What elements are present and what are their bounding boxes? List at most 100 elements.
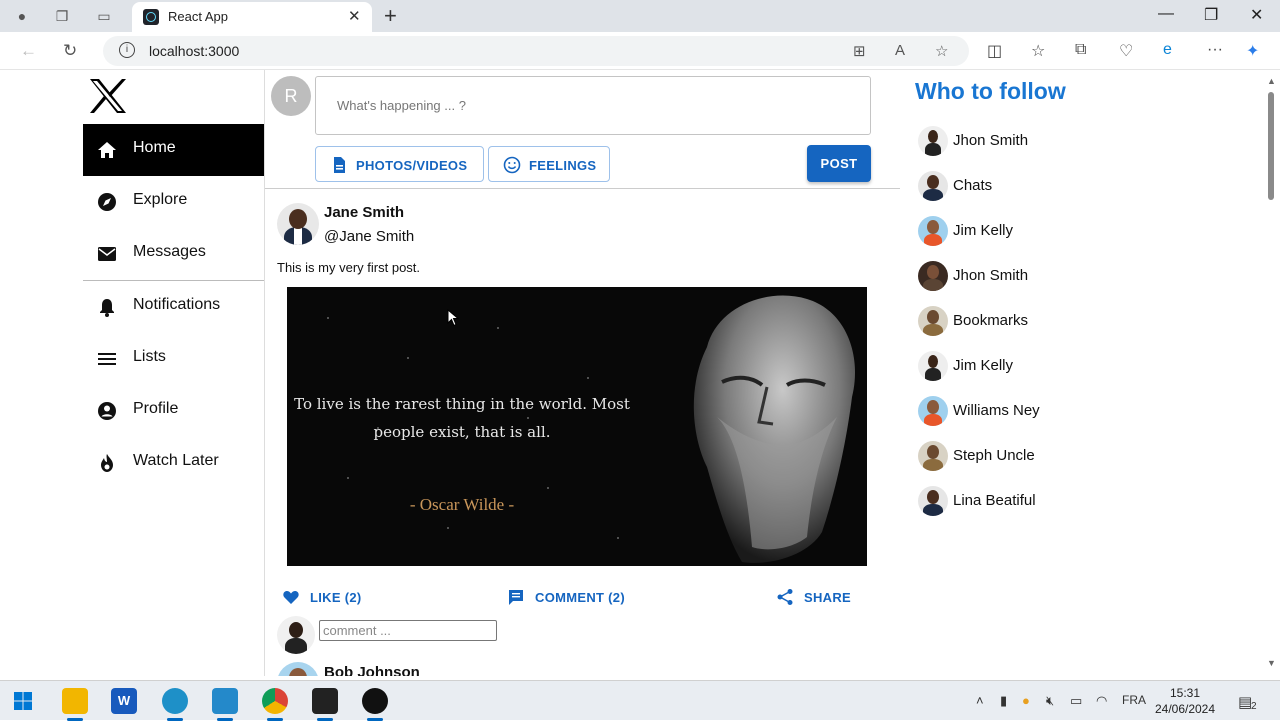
browser-essentials-icon[interactable]: ♡	[1119, 41, 1133, 61]
post-author-name[interactable]: Jane Smith	[324, 204, 404, 221]
comment-icon	[509, 590, 523, 605]
sidebar-item-messages[interactable]: Messages	[83, 228, 264, 280]
avatar: R	[271, 76, 311, 116]
follow-item[interactable]: Jim Kelly	[918, 216, 1168, 248]
tab-actions-icon[interactable]: ▭	[94, 6, 114, 26]
favorites-icon[interactable]: ☆	[1031, 41, 1045, 61]
new-tab-icon[interactable]: +	[384, 3, 397, 29]
refresh-icon[interactable]: ↻	[63, 41, 77, 61]
favorite-star-icon[interactable]: ☆	[935, 42, 948, 60]
clock-time: 15:31	[1169, 686, 1201, 700]
scroll-down-arrow-icon[interactable]: ▼	[1267, 658, 1276, 668]
follow-item[interactable]: Bookmarks	[918, 306, 1168, 338]
post-image[interactable]: To live is the rarest thing in the world…	[287, 287, 867, 566]
clock-date: 24/06/2024	[1154, 702, 1216, 716]
avatar	[918, 171, 948, 201]
url-text[interactable]: localhost:3000	[149, 43, 239, 59]
app-available-icon[interactable]: ⊞	[853, 42, 866, 60]
comment-input[interactable]	[319, 620, 497, 641]
notification-count-badge: 2	[1251, 701, 1257, 712]
compose-input[interactable]	[316, 77, 870, 134]
avatar	[918, 351, 948, 381]
volume-muted-icon[interactable]: 🔇︎	[1046, 693, 1054, 709]
minimize-icon[interactable]: —	[1158, 5, 1174, 23]
sidebar-item-label: Watch Later	[133, 452, 219, 469]
wifi-icon[interactable]: ◠	[1096, 693, 1107, 709]
vscode-icon[interactable]	[212, 688, 238, 714]
flame-icon	[101, 454, 113, 472]
scroll-thumb[interactable]	[1268, 92, 1274, 200]
follow-item[interactable]: Lina Beatiful	[918, 486, 1168, 518]
feelings-button[interactable]: FEELINGS	[488, 146, 610, 182]
avatar	[918, 396, 948, 426]
edge-browser-icon[interactable]	[162, 688, 188, 714]
post-button[interactable]: POST	[807, 145, 871, 182]
avatar[interactable]	[277, 662, 319, 676]
sidebar-item-profile[interactable]: Profile	[83, 385, 264, 437]
tray-app-icon[interactable]: ●	[1022, 693, 1030, 708]
photos-videos-button[interactable]: PHOTOS/VIDEOS	[315, 146, 484, 182]
post-author-name[interactable]: Bob Johnson	[324, 664, 420, 676]
follow-item[interactable]: Jhon Smith	[918, 261, 1168, 293]
app-root: Home Explore Messages Notifications List…	[0, 70, 1262, 676]
avatar[interactable]	[277, 203, 319, 245]
word-icon[interactable]: W	[111, 688, 137, 714]
site-info-icon[interactable]: i	[119, 42, 135, 58]
workspaces-icon[interactable]: ❐	[52, 6, 72, 26]
screen-recorder-icon[interactable]	[362, 688, 388, 714]
mouse-cursor-icon	[447, 309, 459, 327]
follow-item[interactable]: Jim Kelly	[918, 351, 1168, 383]
mail-icon	[98, 247, 116, 261]
avatar	[918, 261, 948, 291]
follow-item[interactable]: Steph Uncle	[918, 441, 1168, 473]
sidebar-item-notifications[interactable]: Notifications	[83, 281, 264, 333]
collections-icon[interactable]: ⧉	[1075, 41, 1086, 59]
tab-title: React App	[168, 9, 228, 24]
copilot-icon[interactable]: ✦	[1246, 41, 1259, 61]
sidebar-item-label: Messages	[133, 243, 206, 260]
url-field[interactable]: i localhost:3000 ⊞ A ☆	[103, 36, 969, 66]
scroll-up-arrow-icon[interactable]: ▲	[1267, 76, 1276, 86]
edge-extension-icon[interactable]: e	[1163, 41, 1172, 59]
restore-icon[interactable]: ❐	[1204, 5, 1218, 25]
react-favicon-icon	[143, 9, 159, 25]
post-author-handle[interactable]: @Jane Smith	[324, 228, 414, 245]
profile-icon[interactable]: ●	[12, 6, 32, 26]
follow-item[interactable]: Williams Ney	[918, 396, 1168, 428]
sidebar-item-home[interactable]: Home	[83, 124, 264, 176]
home-icon	[98, 142, 116, 158]
quote-text-line-2: people exist, that is all.	[373, 423, 551, 441]
page-scrollbar[interactable]: ▲ ▼	[1262, 70, 1280, 676]
follow-item[interactable]: Jhon Smith	[918, 126, 1168, 158]
sidebar-item-explore[interactable]: Explore	[83, 176, 264, 228]
follow-item[interactable]: Chats	[918, 171, 1168, 203]
browser-tab-bar: ● ❐ ▭ React App ✕ + — ❐ ✕	[0, 0, 1280, 32]
battery-device-icon[interactable]: ▮	[1000, 693, 1007, 709]
profile-icon	[98, 402, 116, 420]
browser-tab[interactable]: React App ✕	[132, 2, 372, 32]
file-explorer-icon[interactable]	[62, 688, 88, 714]
taskbar-clock[interactable]: 15:31 24/06/2024	[1152, 685, 1218, 717]
sidebar-item-label: Home	[133, 139, 176, 156]
x-logo-icon[interactable]	[88, 78, 128, 114]
heart-icon	[283, 590, 299, 604]
avatar	[277, 616, 315, 654]
sidebar-item-watch-later[interactable]: Watch Later	[83, 437, 264, 489]
tab-close-icon[interactable]: ✕	[348, 7, 361, 25]
who-to-follow-title: Who to follow	[915, 78, 1066, 104]
split-screen-icon[interactable]: ◫	[987, 41, 1002, 61]
chrome-icon[interactable]	[262, 688, 288, 714]
battery-icon[interactable]: ▭	[1070, 693, 1082, 709]
sidebar-item-lists[interactable]: Lists	[83, 333, 264, 385]
sticky-notes-icon[interactable]	[312, 688, 338, 714]
avatar	[918, 306, 948, 336]
column-divider	[264, 70, 265, 676]
tray-chevron-up-icon[interactable]: ˄	[976, 693, 984, 708]
avatar	[918, 486, 948, 516]
more-menu-icon[interactable]: ···	[1207, 41, 1223, 59]
read-aloud-icon[interactable]: A	[895, 42, 905, 59]
language-indicator[interactable]: FRA	[1122, 693, 1146, 707]
back-icon[interactable]: ←	[20, 41, 37, 61]
window-close-icon[interactable]: ✕	[1250, 5, 1263, 25]
windows-start-icon[interactable]	[14, 692, 32, 710]
